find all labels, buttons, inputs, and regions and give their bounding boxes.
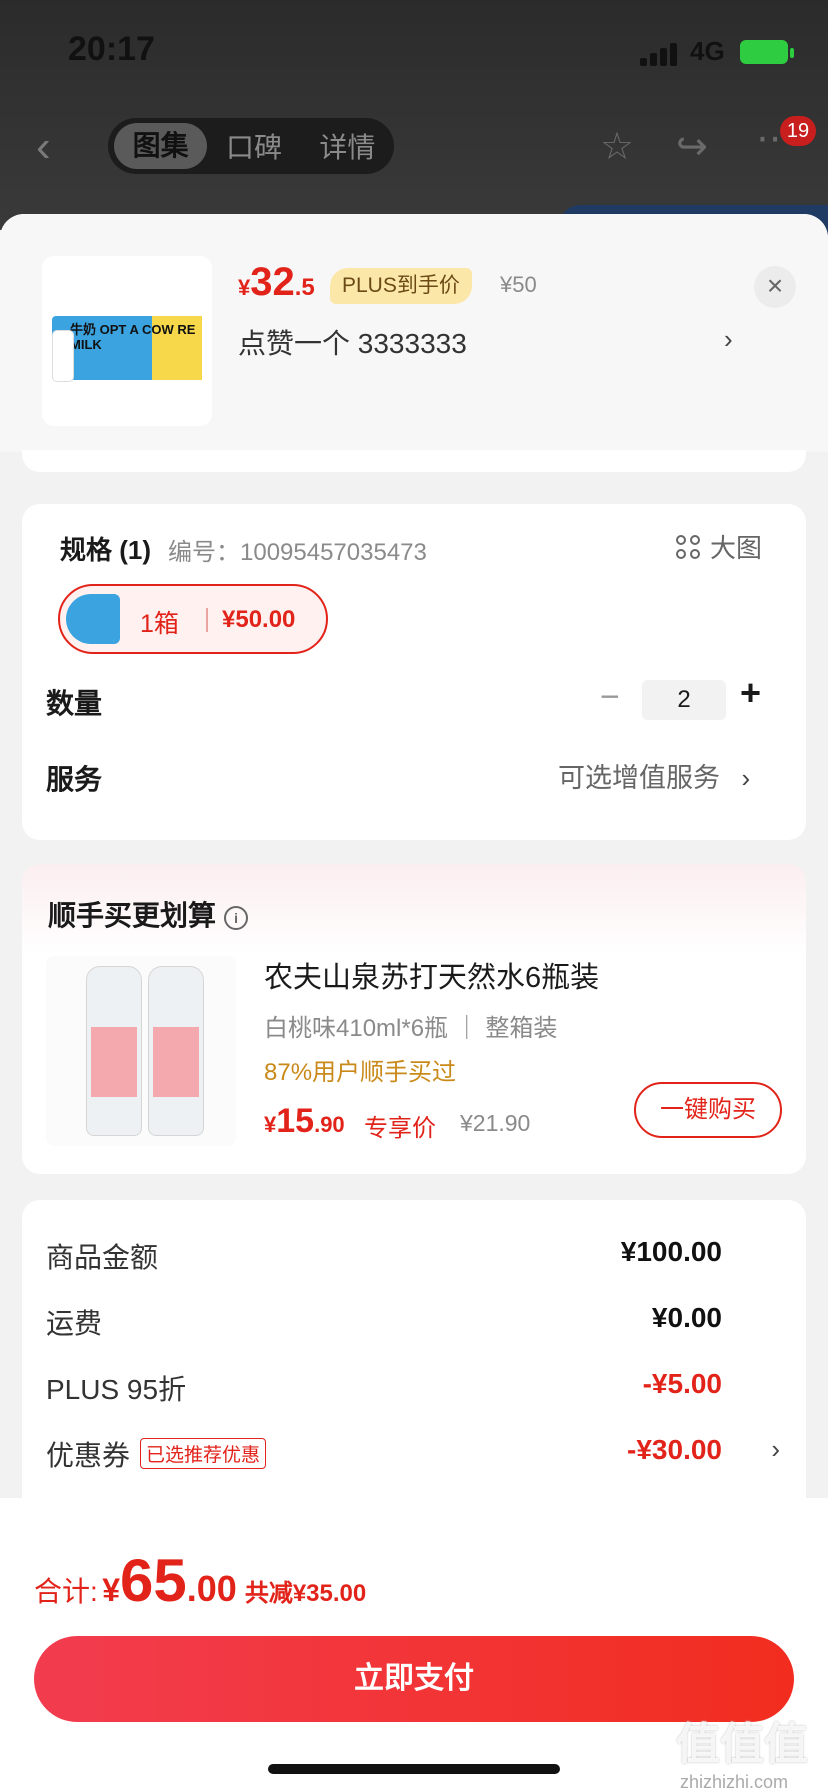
summary-row-coupon[interactable]: 优惠券 已选推荐优惠 -¥30.00 › [46, 1434, 782, 1474]
coupon-tag: 已选推荐优惠 [140, 1438, 267, 1469]
message-badge: 19 [780, 116, 816, 146]
sku-price: ¥50.00 [222, 606, 296, 633]
recommend-original-price: ¥21.90 [460, 1110, 531, 1136]
quantity-increase-button[interactable]: + [740, 672, 761, 714]
chevron-right-icon: › [741, 763, 751, 793]
recommend-product-image[interactable] [46, 956, 236, 1146]
original-price: ¥50 [500, 272, 537, 297]
one-click-buy-button[interactable]: 一键购买 [634, 1082, 782, 1138]
big-image-toggle[interactable]: 大图 [676, 528, 762, 565]
sku-thumbnail [66, 594, 120, 644]
summary-row-plus-discount: PLUS 95折 -¥5.00 [46, 1368, 722, 1405]
recommend-buy-rate: 87%用户顺手买过 [264, 1059, 457, 1086]
service-label: 服务 [46, 764, 103, 795]
exclusive-price-tag: 专享价 [364, 1115, 436, 1142]
recommend-product-spec: 白桃味410ml*6瓶 ｜ 整箱装 [264, 1015, 558, 1042]
recommend-price: ¥15.90 [264, 1102, 345, 1140]
recommend-product-name[interactable]: 农夫山泉苏打天然水6瓶装 [264, 954, 599, 996]
quantity-label: 数量 [46, 688, 103, 719]
service-selector[interactable]: 可选增值服务 › [558, 756, 750, 795]
info-icon[interactable]: i [224, 906, 249, 930]
signal-icon [640, 42, 680, 66]
summary-row-shipping: 运费 ¥0.00 [46, 1302, 722, 1339]
delivery-address[interactable]: 点赞一个 3333333 [238, 322, 467, 362]
product-price: ¥32.5 [238, 260, 315, 304]
chevron-right-icon: › [771, 1434, 780, 1464]
share-icon[interactable]: ↪ [676, 124, 708, 169]
sku-label: 1箱 [140, 610, 179, 638]
total-saved: 共减¥35.00 [244, 1580, 367, 1607]
grid-icon [676, 535, 702, 561]
spec-title: 规格 (1) [60, 535, 152, 565]
purchase-sheet: 牛奶 OPT A COW RE MILK ¥32.5 PLUS到手价 ¥50 ×… [0, 214, 828, 1792]
total-amount: 合计: ¥65.00 共减¥35.00 [34, 1547, 367, 1614]
summary-row-goods: 商品金额 ¥100.00 [46, 1236, 722, 1273]
recommend-title: 顺手买更划算 i [48, 894, 249, 934]
network-label: 4G [690, 36, 725, 66]
watermark: 值值值 zhizhizhi.com [676, 1720, 808, 1792]
star-icon[interactable]: ☆ [600, 124, 634, 169]
collapsed-card [22, 450, 806, 472]
status-time: 20:17 [68, 30, 155, 68]
sku-option-selected[interactable]: 1箱 ¥50.00 [58, 584, 328, 654]
close-button[interactable]: × [754, 266, 796, 308]
sheet-header: 牛奶 OPT A COW RE MILK ¥32.5 PLUS到手价 ¥50 ×… [0, 214, 828, 452]
spec-card: 规格 (1) 编号：10095457035473 大图 1箱 ¥50.00 数量… [22, 504, 806, 840]
top-tabs: 图集 口碑 详情 [108, 118, 394, 174]
status-bar: 20:17 4G [0, 0, 828, 100]
quantity-decrease-button[interactable]: − [600, 678, 620, 717]
home-indicator[interactable] [268, 1764, 560, 1774]
plus-price-tag: PLUS到手价 [330, 268, 472, 304]
battery-icon [740, 40, 794, 64]
tab-reviews[interactable]: 口碑 [207, 126, 300, 166]
quantity-input[interactable]: 2 [642, 680, 726, 720]
tab-gallery[interactable]: 图集 [114, 123, 208, 169]
milk-box-image: 牛奶 OPT A COW RE MILK [52, 316, 202, 380]
chevron-right-icon[interactable]: › [724, 324, 733, 355]
tab-details[interactable]: 详情 [301, 126, 394, 166]
product-code: 编号：10095457035473 [168, 539, 427, 566]
product-thumbnail[interactable]: 牛奶 OPT A COW RE MILK [42, 256, 212, 426]
back-arrow-icon[interactable]: ‹ [36, 122, 51, 172]
recommend-card: 顺手买更划算 i 农夫山泉苏打天然水6瓶装 白桃味410ml*6瓶 ｜ 整箱装 8… [22, 864, 806, 1174]
